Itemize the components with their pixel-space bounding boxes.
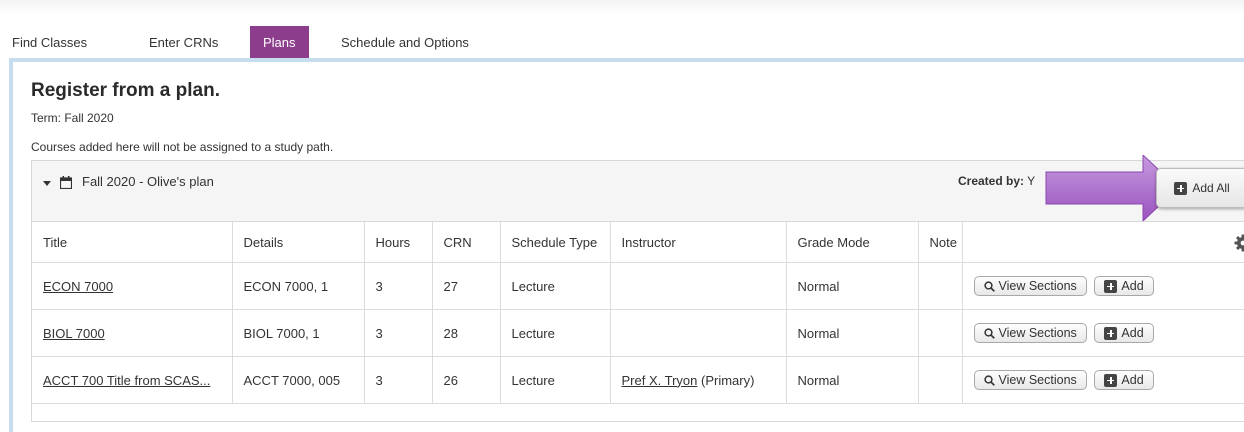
plan-name[interactable]: Fall 2020 - Olive's plan [82, 174, 214, 189]
add-label: Add [1121, 326, 1143, 340]
tab-schedule-and-options[interactable]: Schedule and Options [341, 26, 469, 58]
table-row: BIOL 7000 BIOL 7000, 1 3 28 Lecture Norm… [32, 310, 1244, 357]
plans-panel: Register from a plan. Term: Fall 2020 Co… [9, 58, 1244, 432]
search-icon [984, 328, 995, 339]
column-header-schedule-type[interactable]: Schedule Type [500, 222, 610, 263]
add-label: Add [1121, 279, 1143, 293]
study-path-note: Courses added here will not be assigned … [31, 140, 333, 154]
course-details: ACCT 7000, 005 [232, 357, 364, 404]
view-sections-label: View Sections [999, 279, 1077, 293]
course-grade-mode: Normal [786, 310, 918, 357]
column-header-crn[interactable]: CRN [432, 222, 500, 263]
plus-square-icon [1104, 374, 1117, 387]
created-by: Created by: Y [958, 174, 1035, 188]
course-instructor [610, 310, 786, 357]
course-details: BIOL 7000, 1 [232, 310, 364, 357]
course-title-link[interactable]: BIOL 7000 [32, 310, 232, 357]
search-icon [984, 281, 995, 292]
view-sections-button[interactable]: View Sections [974, 276, 1087, 296]
row-actions: View Sections Add [962, 357, 1244, 404]
add-label: Add [1121, 373, 1143, 387]
course-grade-mode: Normal [786, 357, 918, 404]
add-button[interactable]: Add [1094, 276, 1153, 296]
course-grade-mode: Normal [786, 263, 918, 310]
course-schedule-type: Lecture [500, 263, 610, 310]
page-title: Register from a plan. [31, 80, 220, 102]
column-header-note[interactable]: Note [918, 222, 962, 263]
row-actions: View Sections Add [962, 263, 1244, 310]
column-header-title[interactable]: Title [32, 222, 232, 263]
instructor-role: (Primary) [701, 373, 754, 388]
view-sections-button[interactable]: View Sections [974, 323, 1087, 343]
course-title-link[interactable]: ACCT 700 Title from SCAS... [32, 357, 232, 404]
column-header-hours[interactable]: Hours [364, 222, 432, 263]
course-instructor: Pref X. Tryon (Primary) [610, 357, 786, 404]
calendar-icon [60, 176, 72, 189]
plus-square-icon [1174, 182, 1187, 195]
column-header-grade-mode[interactable]: Grade Mode [786, 222, 918, 263]
row-actions: View Sections Add [962, 310, 1244, 357]
gear-icon[interactable] [1234, 234, 1244, 252]
plan-section: Fall 2020 - Olive's plan Created by: Y A… [31, 160, 1244, 422]
column-header-details[interactable]: Details [232, 222, 364, 263]
view-sections-label: View Sections [999, 373, 1077, 387]
created-by-value: Y [1027, 174, 1035, 188]
search-icon [984, 375, 995, 386]
plus-square-icon [1104, 280, 1117, 293]
course-note [918, 263, 962, 310]
course-crn: 27 [432, 263, 500, 310]
tab-plans[interactable]: Plans [250, 26, 309, 58]
column-header-instructor[interactable]: Instructor [610, 222, 786, 263]
add-all-button[interactable]: Add All [1156, 168, 1244, 208]
tab-enter-crns[interactable]: Enter CRNs [149, 26, 218, 58]
course-hours: 3 [364, 310, 432, 357]
course-hours: 3 [364, 263, 432, 310]
course-instructor [610, 263, 786, 310]
courses-table: Title Details Hours CRN Schedule Type In… [32, 222, 1244, 404]
course-details: ECON 7000, 1 [232, 263, 364, 310]
course-crn: 28 [432, 310, 500, 357]
plan-header[interactable]: Fall 2020 - Olive's plan Created by: Y A… [32, 161, 1244, 222]
course-schedule-type: Lecture [500, 310, 610, 357]
instructor-link[interactable]: Pref X. Tryon [622, 373, 698, 388]
plus-square-icon [1104, 327, 1117, 340]
created-by-label: Created by: [958, 174, 1024, 188]
caret-down-icon[interactable] [43, 181, 51, 186]
table-row: ECON 7000 ECON 7000, 1 3 27 Lecture Norm… [32, 263, 1244, 310]
course-hours: 3 [364, 357, 432, 404]
table-header-row: Title Details Hours CRN Schedule Type In… [32, 222, 1244, 263]
course-title-link[interactable]: ECON 7000 [32, 263, 232, 310]
term-label: Term: Fall 2020 [31, 111, 114, 125]
tab-bar: Find Classes Enter CRNs Plans Schedule a… [8, 26, 1244, 58]
table-row: ACCT 700 Title from SCAS... ACCT 7000, 0… [32, 357, 1244, 404]
add-all-label: Add All [1192, 181, 1229, 195]
view-sections-label: View Sections [999, 326, 1077, 340]
course-note [918, 357, 962, 404]
view-sections-button[interactable]: View Sections [974, 370, 1087, 390]
column-header-actions [962, 222, 1244, 263]
course-note [918, 310, 962, 357]
tab-find-classes[interactable]: Find Classes [12, 26, 87, 58]
course-schedule-type: Lecture [500, 357, 610, 404]
add-button[interactable]: Add [1094, 323, 1153, 343]
top-shadow-band [0, 0, 1244, 14]
course-crn: 26 [432, 357, 500, 404]
add-button[interactable]: Add [1094, 370, 1153, 390]
